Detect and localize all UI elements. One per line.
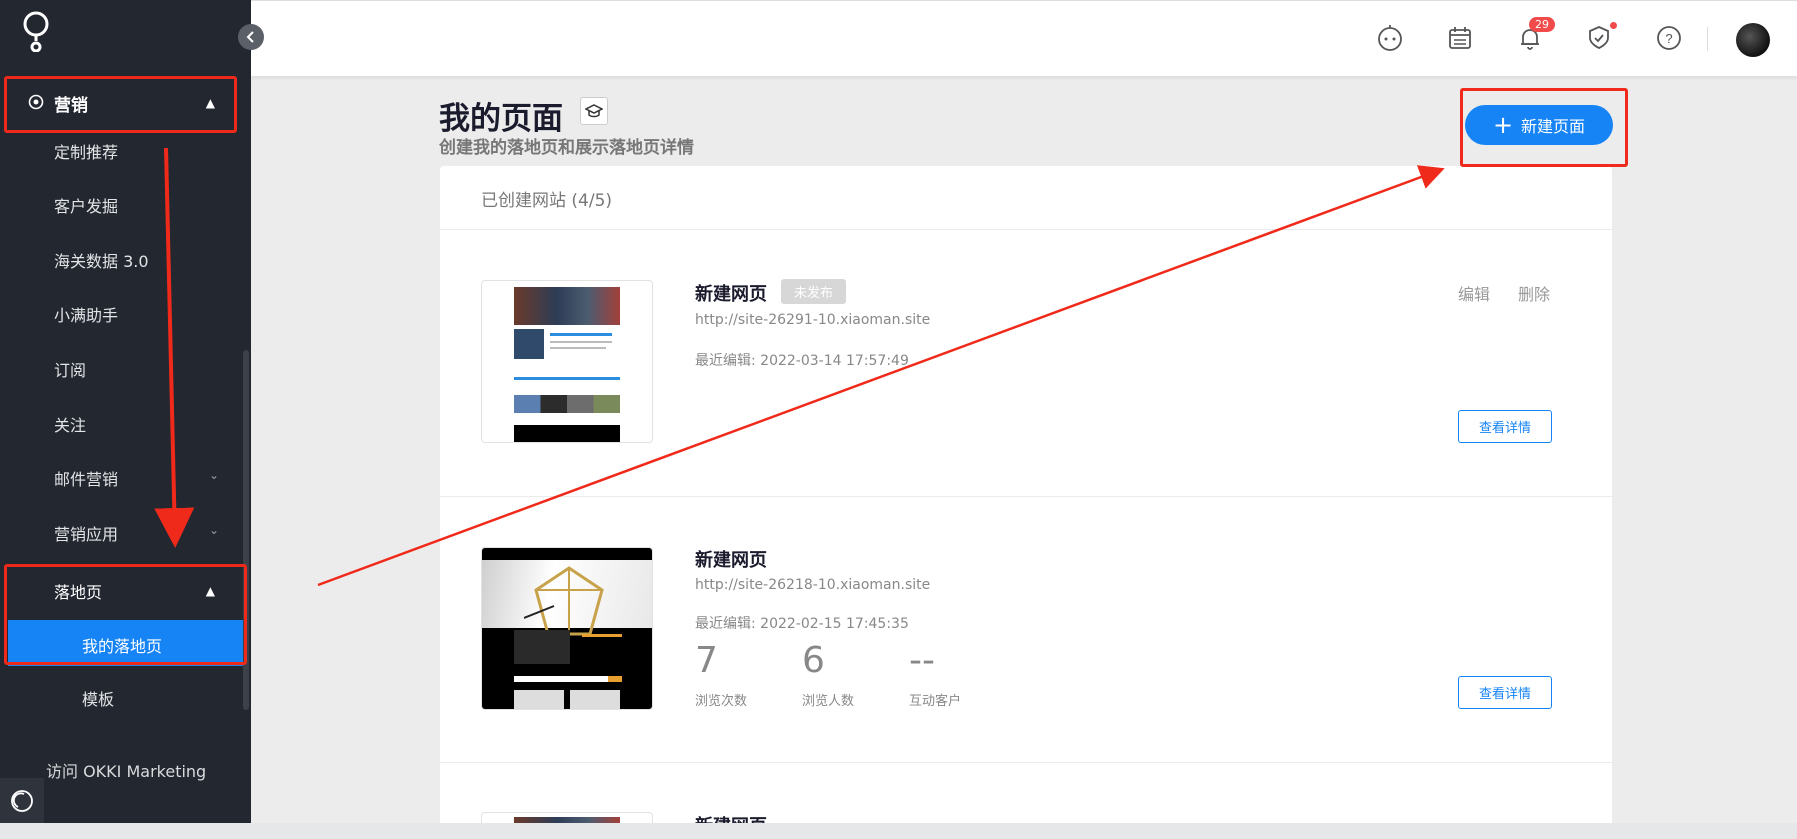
top-bar: 29 ?: [251, 0, 1797, 76]
security-button[interactable]: [1584, 23, 1614, 53]
sidebar-scrollbar[interactable]: [243, 350, 249, 710]
chevron-up-icon: ▲: [205, 584, 215, 598]
status-badge: 未发布: [781, 279, 847, 304]
stat-views-value: 7: [695, 640, 718, 681]
stat-visitors-label: 浏览人数: [802, 694, 855, 709]
sidebar-section-label: 落地页: [54, 583, 103, 602]
page-title: 我的页面: [439, 101, 563, 137]
new-page-button[interactable]: + 新建页面: [1465, 105, 1613, 145]
theme-toggle-button[interactable]: [0, 778, 44, 823]
sidebar-section-label: 营销: [54, 95, 88, 116]
chevron-up-icon: ▲: [205, 96, 215, 110]
divider: [440, 229, 1612, 230]
notification-count-badge: 29: [1529, 17, 1555, 32]
avatar[interactable]: [1736, 23, 1770, 57]
stat-interactions-value: --: [909, 640, 935, 681]
moon-icon: [11, 789, 33, 812]
stat-interactions-label: 互动客户: [909, 694, 962, 709]
robot-icon: [1378, 25, 1402, 51]
sidebar: 营销 ▲ 定制推荐 客户发掘 海关数据 3.0 小满助手 订阅 关注 邮件营销 …: [0, 0, 251, 823]
sidebar-item-my-landing-pages[interactable]: 我的落地页: [8, 620, 243, 666]
calendar-button[interactable]: [1445, 23, 1475, 53]
site-thumbnail[interactable]: [481, 547, 653, 710]
chevron-left-icon: [246, 31, 254, 43]
help-icon: ?: [1657, 26, 1681, 50]
stat-visitors-value: 6: [802, 640, 825, 681]
divider: [440, 496, 1612, 497]
last-edited: 最近编辑: 2022-02-15 17:45:35: [695, 616, 909, 632]
help-button[interactable]: ?: [1654, 23, 1684, 53]
security-alert-dot: [1610, 22, 1617, 29]
robot-button[interactable]: [1375, 23, 1405, 53]
toolbar-divider: [1707, 27, 1708, 51]
sidebar-section-landing[interactable]: 落地页 ▲: [0, 566, 243, 616]
sidebar-item-customs-data[interactable]: 海关数据 3.0: [54, 248, 149, 272]
sidebar-item-assistant[interactable]: 小满助手: [54, 302, 118, 326]
new-page-label: 新建页面: [1521, 117, 1586, 136]
site-name[interactable]: 新建网页: [695, 280, 767, 306]
delete-button[interactable]: 删除: [1518, 281, 1550, 305]
sidebar-item-label: 我的落地页: [82, 637, 163, 656]
site-list-header: 已创建网站 (4/5): [481, 191, 613, 211]
sidebar-section-marketing[interactable]: 营销 ▲: [0, 78, 243, 128]
graduation-cap-icon: [585, 104, 603, 118]
shield-icon: [1589, 26, 1609, 49]
sidebar-item-label: 邮件营销: [54, 470, 119, 489]
sidebar-item-subscribe[interactable]: 订阅: [54, 357, 86, 381]
site-url[interactable]: http://site-26291-10.xiaoman.site: [695, 312, 930, 328]
calendar-icon: [1449, 27, 1471, 49]
sidebar-item-marketing-apps[interactable]: 营销应用: [54, 521, 118, 545]
view-details-button[interactable]: 查看详情: [1458, 676, 1552, 709]
okki-marketing-link[interactable]: 访问 OKKI Marketing: [46, 758, 206, 782]
site-thumbnail[interactable]: [481, 280, 653, 443]
edit-button[interactable]: 编辑: [1458, 281, 1490, 305]
sidebar-item-custom-recommend[interactable]: 定制推荐: [54, 139, 118, 163]
site-url[interactable]: http://site-26218-10.xiaoman.site: [695, 577, 930, 593]
tutorial-button[interactable]: [580, 97, 608, 125]
site-name[interactable]: 新建网页: [695, 546, 767, 572]
sidebar-item-templates[interactable]: 模板: [82, 686, 114, 710]
target-icon: [28, 94, 44, 110]
chevron-down-icon: ⌄: [209, 523, 220, 537]
logo-icon: [23, 11, 49, 52]
view-details-button[interactable]: 查看详情: [1458, 410, 1552, 443]
sidebar-item-customer-discovery[interactable]: 客户发掘: [54, 193, 118, 217]
page-subtitle: 创建我的落地页和展示落地页详情: [439, 138, 694, 158]
svg-text:?: ?: [1665, 31, 1672, 46]
divider: [440, 762, 1612, 763]
site-list-card: 已创建网站 (4/5) 新建网页 未发布 http://site-26291-1…: [440, 166, 1612, 837]
sidebar-item-label: 营销应用: [54, 525, 119, 544]
plus-icon: +: [1492, 111, 1514, 139]
chevron-down-icon: ⌄: [209, 468, 220, 482]
sidebar-item-email-marketing[interactable]: 邮件营销: [54, 466, 234, 490]
bottom-bar: [0, 823, 1797, 839]
collapse-sidebar-button[interactable]: [238, 24, 264, 50]
last-edited: 最近编辑: 2022-03-14 17:57:49: [695, 353, 909, 369]
sidebar-item-follow[interactable]: 关注: [54, 412, 86, 436]
stat-views-label: 浏览次数: [695, 694, 748, 709]
